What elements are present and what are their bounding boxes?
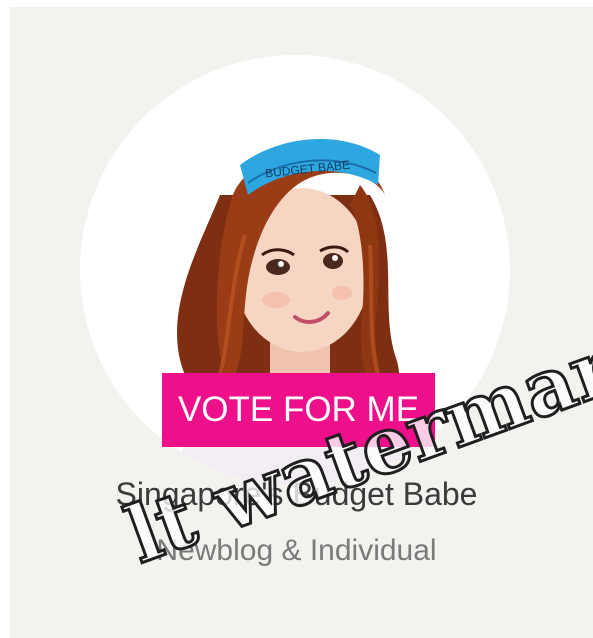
blog-category: Newblog & Individual [156, 534, 437, 567]
blog-name: Singapore's Budget Babe [115, 476, 478, 512]
vote-for-me-button[interactable]: VOTE FOR ME [162, 373, 435, 447]
